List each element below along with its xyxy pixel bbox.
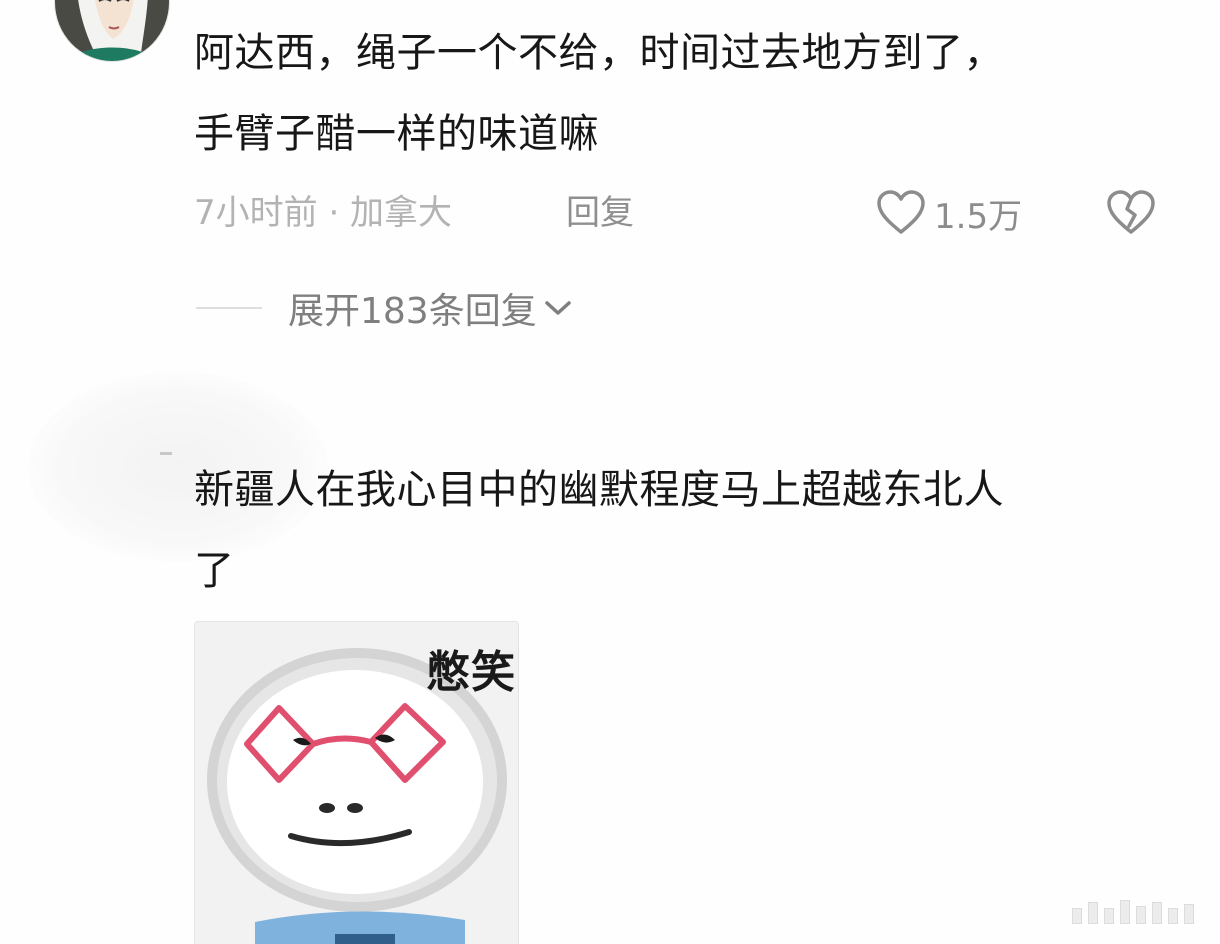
- like-button[interactable]: 1.5万: [876, 186, 1022, 240]
- broken-heart-icon: [1106, 190, 1156, 236]
- watermark: [1072, 900, 1194, 924]
- comment-time-location: 7小时前 · 加拿大: [194, 193, 453, 233]
- avatar-illustration: [55, 0, 169, 61]
- sticker-image[interactable]: 憋笑: [194, 621, 519, 944]
- comment-feed: 阿达西，绳子一个不给，时间过去地方到了， 手臂子醋一样的味道嘛 7小时前 · 加…: [0, 0, 1220, 944]
- expand-replies-button[interactable]: 展开183条回复: [196, 280, 573, 336]
- avatar[interactable]: [54, 0, 170, 62]
- expand-replies-label: 展开183条回复: [288, 291, 537, 332]
- dislike-button[interactable]: [1104, 186, 1158, 240]
- heart-outline-icon: [876, 190, 926, 236]
- reply-button[interactable]: 回复: [566, 186, 634, 240]
- divider-line: [196, 307, 262, 309]
- user-badge: [160, 452, 172, 455]
- comment-text: 新疆人在我心目中的幽默程度马上超越东北人 了: [194, 467, 1004, 594]
- chevron-down-icon: [543, 298, 573, 318]
- sticker-caption: 憋笑: [426, 647, 516, 698]
- like-count: 1.5万: [934, 196, 1023, 237]
- comment-text: 阿达西，绳子一个不给，时间过去地方到了， 手臂子醋一样的味道嘛: [194, 30, 1004, 157]
